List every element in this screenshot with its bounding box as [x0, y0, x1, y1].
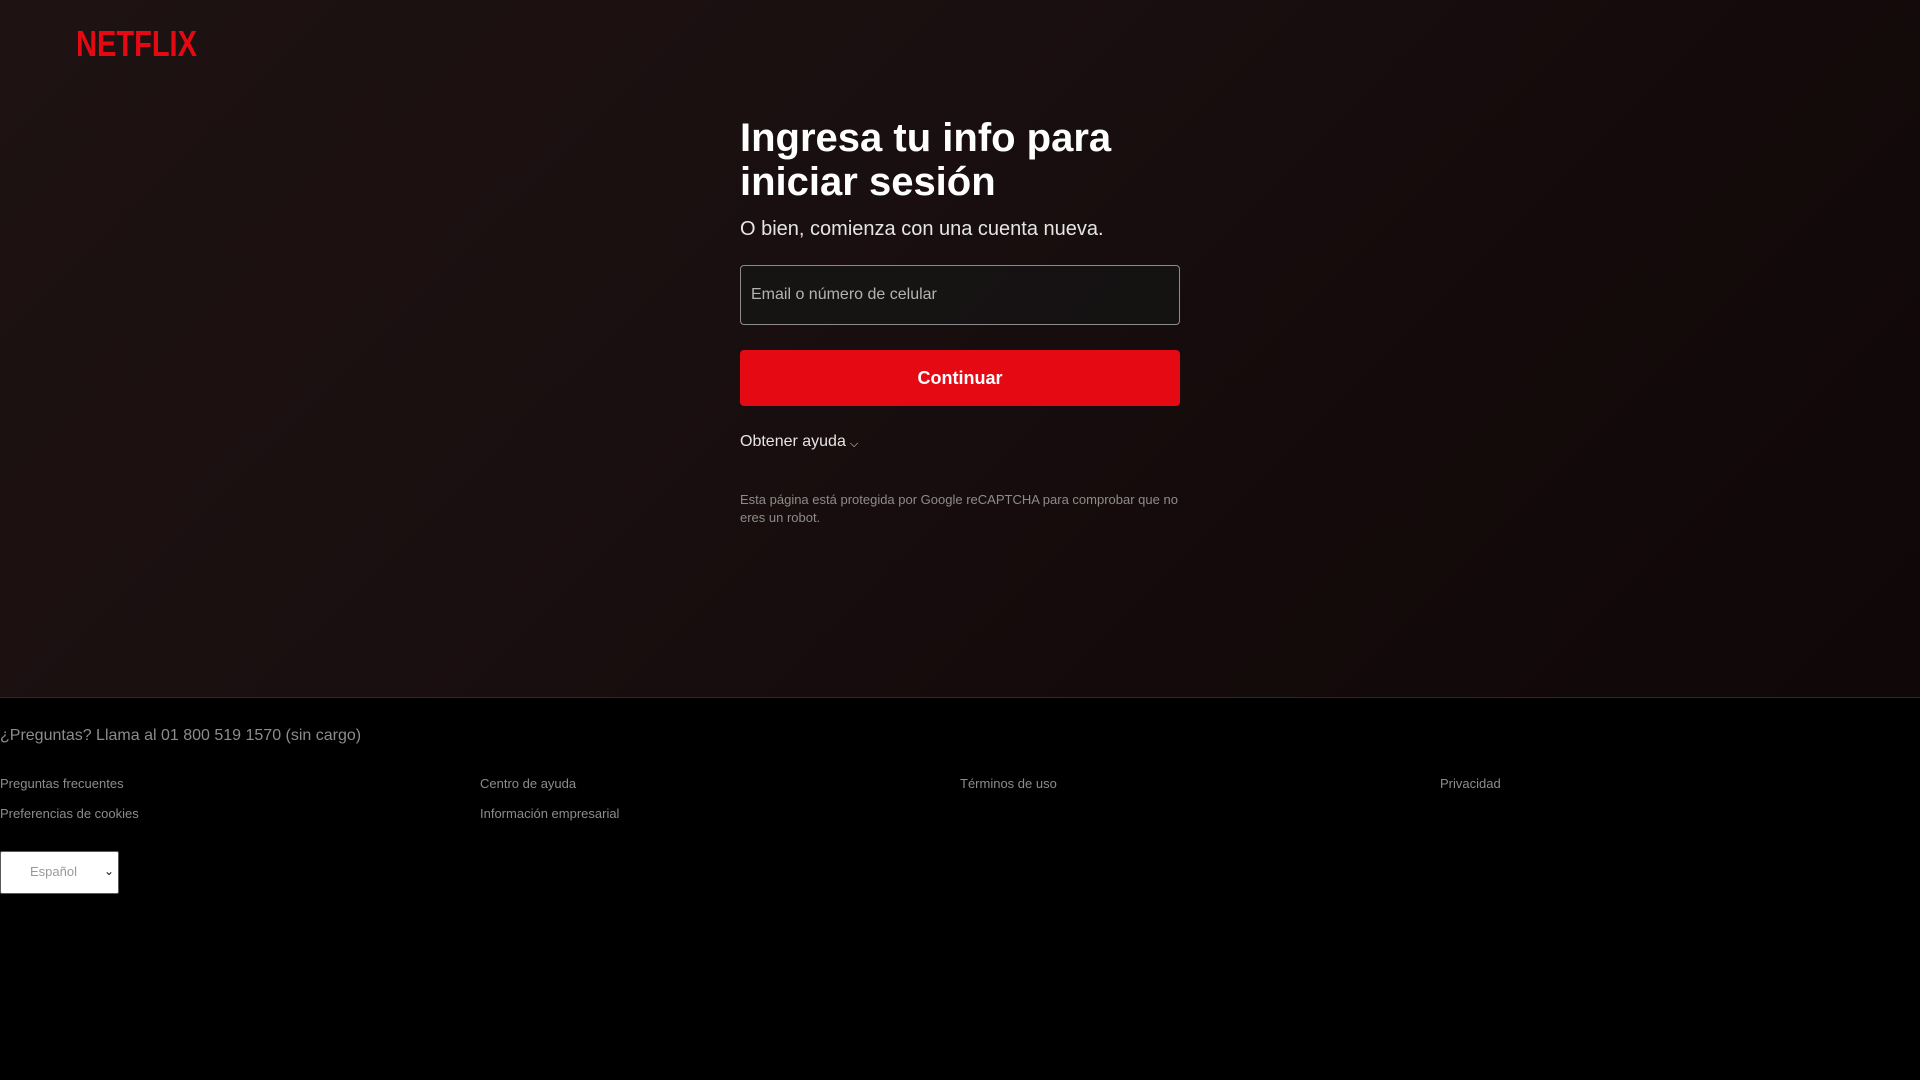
language-select[interactable]: Español ⌄ [0, 851, 119, 894]
title-line-2: iniciar sesión [740, 160, 996, 204]
footer-links: Preguntas frecuentes Centro de ayuda Tér… [0, 775, 1920, 823]
page: NETFLIX Ingresa tu info para iniciar ses… [0, 0, 1920, 1080]
title-line-1: Ingresa tu info para [740, 116, 1112, 160]
recaptcha-notice: Esta página está protegida por Google re… [740, 492, 1178, 525]
footer-divider [0, 697, 1920, 698]
netflix-logo[interactable]: NETFLIX [76, 26, 197, 59]
footer: ¿Preguntas? Llama al 01 800 519 1570 (si… [0, 726, 1920, 894]
chevron-down-icon: ⌄ [103, 864, 114, 878]
footer-link-terms[interactable]: Términos de uso [960, 775, 1057, 793]
chevron-down-icon: ⌵ [849, 437, 859, 450]
logo-text: NETFLIX [76, 26, 197, 59]
get-help-label: Obtener ayuda [740, 433, 846, 450]
page-title: Ingresa tu info para iniciar sesión [740, 116, 1180, 204]
email-field-container [740, 265, 1180, 325]
netflix-logo-icon: NETFLIX [76, 26, 197, 59]
continue-button[interactable]: Continuar [740, 350, 1180, 406]
footer-link-corporate-info[interactable]: Información empresarial [480, 805, 619, 823]
footer-link-privacy[interactable]: Privacidad [1440, 775, 1501, 793]
footer-link-faq[interactable]: Preguntas frecuentes [0, 775, 124, 793]
login-form: Ingresa tu info para iniciar sesión O bi… [740, 116, 1180, 527]
email-field[interactable] [741, 266, 1179, 324]
language-select-value: Español [30, 864, 77, 879]
footer-link-help-center[interactable]: Centro de ayuda [480, 775, 576, 793]
get-help-toggle[interactable]: Obtener ayuda ⌵ [740, 433, 1180, 451]
footer-link-cookies[interactable]: Preferencias de cookies [0, 805, 139, 823]
footer-phone[interactable]: ¿Preguntas? Llama al 01 800 519 1570 (si… [0, 726, 1920, 746]
page-subtitle: O bien, comienza con una cuenta nueva. [740, 218, 1104, 240]
